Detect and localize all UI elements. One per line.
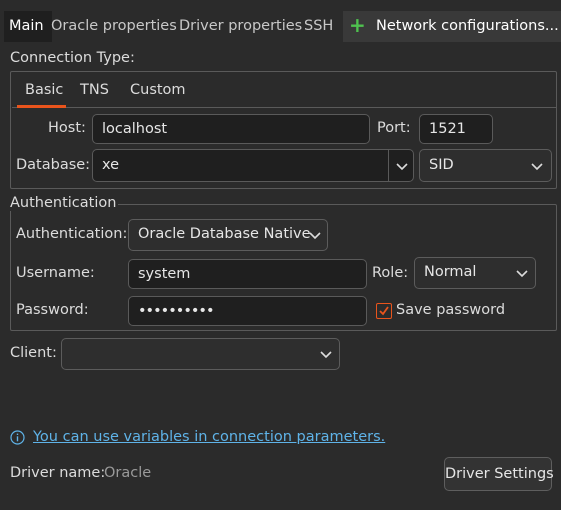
role-select[interactable]: Normal — [414, 257, 536, 289]
subtab-custom[interactable]: Custom — [130, 80, 186, 108]
password-label: Password: — [16, 302, 89, 318]
driver-settings-button[interactable]: Driver Settings — [444, 457, 554, 491]
save-password-label[interactable]: Save password — [396, 302, 505, 318]
connection-type-label: Connection Type: — [10, 50, 135, 66]
combo-divider — [388, 150, 389, 181]
role-label: Role: — [372, 265, 409, 281]
add-icon: + — [349, 13, 366, 37]
client-label: Client: — [10, 345, 57, 361]
variables-info-link[interactable]: You can use variables in connection para… — [33, 429, 385, 445]
active-subtab-indicator — [17, 105, 66, 108]
chevron-down-icon — [320, 351, 332, 359]
subtab-basic[interactable]: Basic — [25, 80, 63, 108]
subtab-tns[interactable]: TNS — [80, 80, 109, 108]
authentication-value: Oracle Database Native — [138, 226, 311, 242]
tab-driver-properties[interactable]: Driver properties — [179, 11, 302, 42]
tab-main[interactable]: Main — [4, 11, 52, 42]
role-value: Normal — [424, 264, 477, 280]
username-label: Username: — [16, 265, 95, 281]
driver-name-label: Driver name: — [10, 465, 106, 481]
database-label: Database: — [16, 157, 91, 173]
chevron-down-icon — [309, 232, 321, 240]
info-icon — [10, 430, 25, 445]
chevron-down-icon[interactable] — [395, 162, 409, 171]
authentication-select[interactable]: Oracle Database Native — [128, 219, 328, 251]
host-label: Host: — [48, 120, 86, 136]
chevron-down-icon — [516, 270, 528, 278]
client-select[interactable] — [61, 338, 340, 370]
tab-ssh[interactable]: SSH — [304, 11, 333, 42]
tab-oracle-properties[interactable]: Oracle properties — [51, 11, 177, 42]
chevron-down-icon — [531, 163, 543, 171]
authentication-group-title: Authentication — [8, 195, 119, 211]
password-input[interactable]: •••••••••• — [128, 296, 367, 326]
port-input[interactable]: 1521 — [419, 114, 493, 144]
authentication-label: Authentication: — [16, 226, 128, 242]
database-type-value: SID — [429, 157, 454, 173]
network-configurations-label: Network configurations... — [376, 18, 559, 34]
variables-info-link-text[interactable]: You can use variables in connection para… — [33, 429, 385, 445]
driver-name-value: Oracle — [104, 465, 152, 481]
database-type-select[interactable]: SID — [419, 149, 552, 182]
username-input[interactable]: system — [128, 259, 367, 289]
tab-network-configurations[interactable]: + Network configurations... — [343, 11, 561, 42]
tab-bar: Main Oracle properties Driver properties… — [0, 11, 561, 42]
checkmark-icon — [379, 306, 389, 316]
save-password-checkbox[interactable] — [376, 303, 392, 319]
host-input[interactable]: localhost — [92, 114, 370, 144]
database-value: xe — [102, 157, 120, 173]
port-label: Port: — [377, 120, 411, 136]
database-combo[interactable]: xe — [92, 149, 414, 182]
